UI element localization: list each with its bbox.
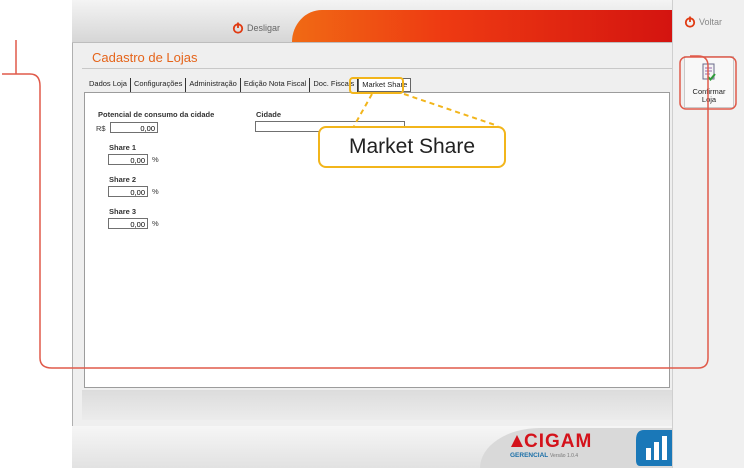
callout-connector: [353, 93, 499, 127]
document-check-icon: [702, 63, 716, 81]
share-2-unit: %: [152, 187, 159, 196]
back-icon: [684, 16, 696, 28]
confirm-label-line2: Loja: [701, 95, 717, 104]
share-3-label: Share 3: [109, 207, 137, 216]
logoff-button[interactable]: Desligar: [232, 20, 280, 36]
potential-label: Potencial de consumo da cidade: [98, 110, 215, 119]
share-2-input[interactable]: 0,00: [108, 186, 148, 197]
version-label: Versão 1.0.4: [549, 453, 579, 459]
bar-chart-icon: [636, 430, 672, 466]
potential-input[interactable]: 0,00: [110, 122, 158, 133]
confirm-store-button[interactable]: Confirmar Loja: [684, 56, 734, 108]
share-1-label: Share 1: [109, 143, 137, 152]
share-3-unit: %: [152, 219, 159, 228]
zoom-callout: Market Share: [318, 126, 506, 168]
city-label: Cidade: [256, 110, 282, 119]
back-label: Voltar: [699, 17, 723, 27]
tab-edicao-nota-fiscal[interactable]: Edição Nota Fiscal: [241, 78, 311, 92]
share-3-input[interactable]: 0,00: [108, 218, 148, 229]
power-icon: [232, 22, 244, 34]
back-button[interactable]: Voltar: [684, 16, 722, 28]
currency-label: R$: [96, 124, 106, 133]
cigam-logo: CIGAM GERENCIAL Versão 1.0.4: [510, 432, 630, 462]
form-footer-band: [82, 390, 672, 420]
share-1-input[interactable]: 0,00: [108, 154, 148, 165]
header-decoration: [292, 10, 672, 42]
share-2-label: Share 2: [109, 175, 137, 184]
page-title: Cadastro de Lojas: [92, 50, 198, 65]
tab-configuracoes[interactable]: Configurações: [131, 78, 187, 92]
brand-name: CIGAM: [524, 431, 593, 452]
brand-subtitle: GERENCIAL: [510, 452, 549, 459]
share-1-unit: %: [152, 155, 159, 164]
cigam-logo-icon: [511, 435, 523, 447]
title-divider: [82, 68, 672, 69]
tab-administracao[interactable]: Administração: [186, 78, 241, 92]
tab-dados-loja[interactable]: Dados Loja: [86, 78, 131, 92]
logoff-label: Desligar: [247, 23, 281, 33]
